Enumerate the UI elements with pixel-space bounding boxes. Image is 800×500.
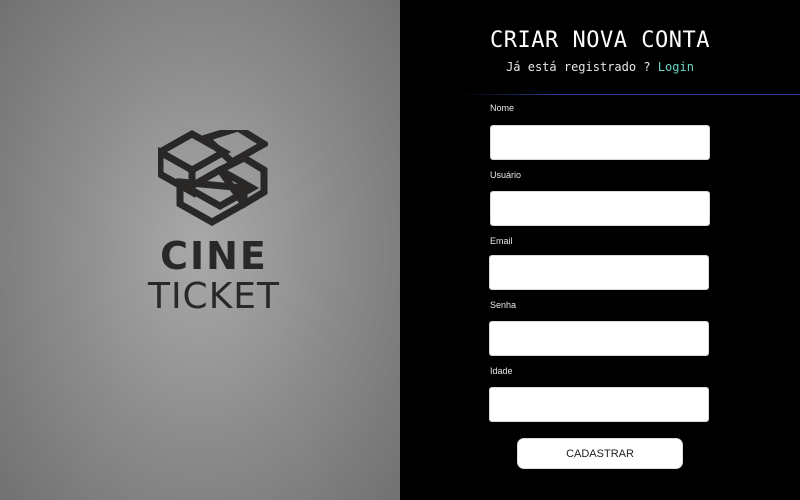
password-input[interactable] <box>489 321 709 356</box>
logo-text-ticket: TICKET <box>147 276 281 317</box>
password-label: Senha <box>490 300 517 310</box>
username-input[interactable] <box>490 191 710 226</box>
brand-panel: CINE TICKET <box>0 0 400 500</box>
email-input[interactable] <box>489 255 709 290</box>
email-label: Email <box>490 236 513 246</box>
name-input[interactable] <box>490 125 710 160</box>
age-input[interactable] <box>489 387 709 422</box>
login-prompt-text: Já está registrado ? <box>506 60 651 74</box>
register-button[interactable]: CADASTRAR <box>517 438 683 469</box>
divider <box>460 94 800 95</box>
name-label: Nome <box>490 103 515 113</box>
age-label: Idade <box>490 366 513 376</box>
page-title: CRIAR NOVA CONTA <box>490 28 710 53</box>
cine-ticket-logo-icon <box>158 130 268 226</box>
login-prompt: Já está registrado ? Login <box>400 60 800 74</box>
username-label: Usuário <box>490 170 522 180</box>
register-panel: CRIAR NOVA CONTA Já está registrado ? Lo… <box>400 0 800 500</box>
login-link[interactable]: Login <box>658 60 694 74</box>
logo-text-cine: CINE <box>160 234 268 278</box>
